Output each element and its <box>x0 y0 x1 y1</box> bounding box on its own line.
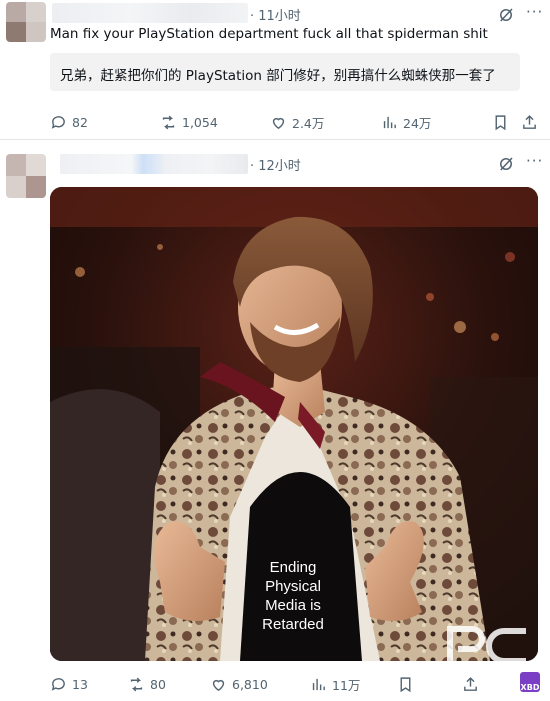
post-time[interactable]: · 11小时 <box>250 5 301 24</box>
xbd-watermark: XBD <box>520 672 540 692</box>
repost-icon <box>130 677 143 691</box>
reply-icon <box>51 115 65 129</box>
bookmark-icon <box>495 114 506 130</box>
repost-count: 80 <box>150 676 166 692</box>
reply-icon <box>51 677 65 691</box>
post-time[interactable]: · 12小时 <box>250 155 301 174</box>
bookmark-button[interactable] <box>492 111 509 133</box>
views-count: 11万 <box>332 677 361 693</box>
reply-count: 13 <box>72 676 88 692</box>
repost-button[interactable]: 1,054 <box>160 111 218 133</box>
avatar[interactable] <box>6 154 46 198</box>
share-icon <box>464 676 477 691</box>
repost-count: 1,054 <box>182 114 218 130</box>
tweet-1[interactable]: · 11小时 ··· Man fix your PlayStation depa… <box>0 0 550 137</box>
more-icon[interactable]: ··· <box>526 3 543 21</box>
like-count: 6,810 <box>232 676 268 692</box>
like-icon <box>212 679 225 691</box>
views-button[interactable]: 11万 <box>310 673 360 695</box>
translation-text: 兄弟，赶紧把你们的 PlayStation 部门修好，别再搞什么蜘蛛侠那一套了 <box>60 68 496 84</box>
like-count: 2.4万 <box>292 115 325 131</box>
post-image[interactable]: Ending Physical Media is Retarded <box>50 187 538 661</box>
pc-watermark-logo <box>447 626 526 663</box>
views-button[interactable]: 24万 <box>381 111 431 133</box>
grok-icon[interactable] <box>497 6 515 24</box>
like-button[interactable]: 6,810 <box>210 673 268 695</box>
repost-icon <box>162 115 175 129</box>
tweet-2[interactable]: · 12小时 ··· Ending Physical Media is Reta… <box>0 142 550 701</box>
views-count: 24万 <box>403 115 432 131</box>
share-icon <box>523 114 536 129</box>
action-bar: 82 1,054 2.4万 24万 <box>0 111 550 135</box>
share-button[interactable] <box>521 111 538 133</box>
meme-caption: Ending Physical Media is Retarded <box>262 559 324 633</box>
action-bar: 13 80 6,810 11万 <box>0 673 550 697</box>
blurred-author-name[interactable] <box>52 3 248 23</box>
bookmark-icon <box>400 676 411 692</box>
like-icon <box>272 117 285 129</box>
views-icon <box>383 116 396 128</box>
share-button[interactable] <box>462 673 479 695</box>
more-icon[interactable]: ··· <box>526 152 543 170</box>
divider <box>0 139 550 140</box>
bookmark-button[interactable] <box>397 673 414 695</box>
post-text: Man fix your PlayStation department fuck… <box>50 26 488 42</box>
reply-button[interactable]: 82 <box>50 111 88 133</box>
repost-button[interactable]: 80 <box>128 673 166 695</box>
like-button[interactable]: 2.4万 <box>270 111 324 133</box>
reply-count: 82 <box>72 114 88 130</box>
grok-icon[interactable] <box>497 155 515 173</box>
translation-box: 兄弟，赶紧把你们的 PlayStation 部门修好，别再搞什么蜘蛛侠那一套了 <box>50 53 520 91</box>
blurred-author-name[interactable] <box>60 154 248 174</box>
avatar[interactable] <box>6 2 46 42</box>
views-icon <box>312 678 325 690</box>
reply-button[interactable]: 13 <box>50 673 88 695</box>
